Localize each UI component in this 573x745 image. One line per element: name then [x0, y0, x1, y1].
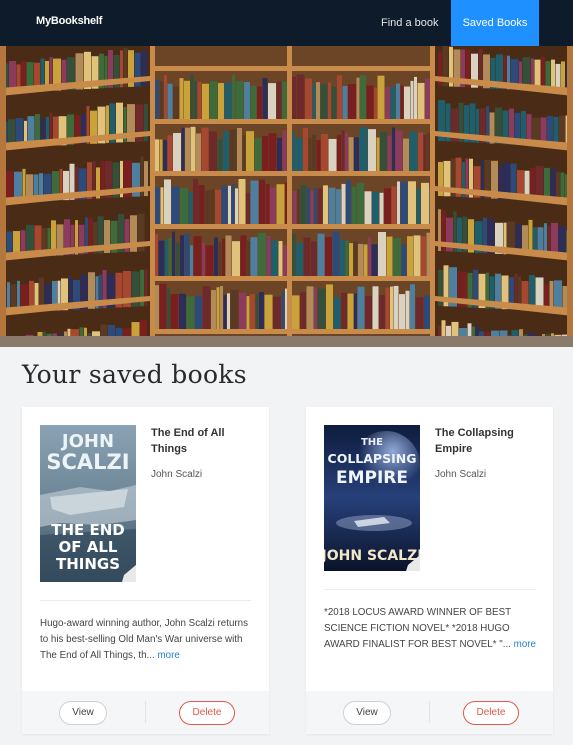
view-button[interactable]: View	[59, 701, 107, 725]
more-link[interactable]: more	[514, 639, 536, 650]
cover-author-line1: JOHN	[60, 431, 114, 452]
svg-text:EMPIRE: EMPIRE	[336, 468, 408, 488]
book-author: John Scalzi	[435, 469, 487, 480]
divider	[324, 589, 535, 590]
divider	[40, 600, 251, 601]
cover-end-of-all-things: JOHN SCALZI THE END OF ALL THINGS	[40, 425, 136, 582]
book-title[interactable]: The Collapsing Empire	[435, 425, 535, 457]
nav-saved-books[interactable]: Saved Books	[451, 0, 539, 46]
cover-author-line2: SCALZI	[46, 450, 129, 474]
footer-divider	[145, 701, 146, 723]
svg-text:THE END: THE END	[51, 521, 125, 539]
book-cover-image[interactable]: JOHN SCALZI THE END OF ALL THINGS	[40, 425, 136, 582]
cover-collapsing-empire: THE COLLAPSING EMPIRE JOHN SCALZI	[324, 425, 420, 571]
svg-text:THINGS: THINGS	[56, 555, 120, 573]
description-text: *2018 LOCUS AWARD WINNER OF BEST SCIENCE…	[324, 607, 511, 650]
hero-bookshelf-image	[0, 46, 573, 347]
brand-logo[interactable]: MyBookshelf	[36, 15, 102, 27]
navbar: MyBookshelf Find a book Saved Books	[0, 0, 573, 46]
bookshelf-illustration	[0, 46, 573, 347]
svg-text:COLLAPSING: COLLAPSING	[328, 451, 417, 466]
svg-text:THE: THE	[361, 437, 383, 448]
page-title: Your saved books	[22, 360, 247, 389]
more-link[interactable]: more	[157, 650, 179, 661]
delete-button[interactable]: Delete	[179, 701, 235, 725]
nav-find-book[interactable]: Find a book	[367, 0, 452, 46]
delete-button[interactable]: Delete	[463, 701, 519, 725]
card-footer: View Delete	[306, 691, 553, 734]
book-cover-image[interactable]: THE COLLAPSING EMPIRE JOHN SCALZI	[324, 425, 420, 571]
svg-text:OF ALL: OF ALL	[59, 538, 118, 556]
description-text: Hugo-award winning author, John Scalzi r…	[40, 618, 249, 661]
book-description: *2018 LOCUS AWARD WINNER OF BEST SCIENCE…	[324, 605, 539, 653]
card-footer: View Delete	[22, 691, 269, 734]
book-title[interactable]: The End of All Things	[151, 425, 251, 457]
footer-divider	[429, 701, 430, 723]
view-button[interactable]: View	[343, 701, 391, 725]
book-card: JOHN SCALZI THE END OF ALL THINGS The En…	[22, 407, 269, 734]
svg-text:JOHN SCALZI: JOHN SCALZI	[324, 548, 420, 564]
book-description: Hugo-award winning author, John Scalzi r…	[40, 616, 255, 664]
book-card: THE COLLAPSING EMPIRE JOHN SCALZI The Co…	[306, 407, 553, 734]
book-author: John Scalzi	[151, 469, 203, 480]
